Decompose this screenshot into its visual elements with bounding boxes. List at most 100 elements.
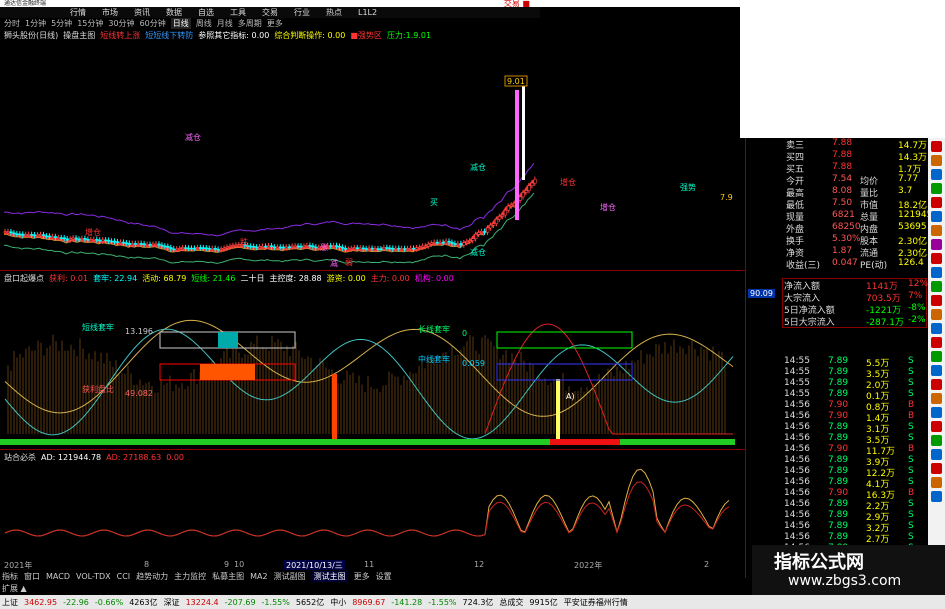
flow-value: -287.1万	[866, 318, 905, 328]
status-item: 平安证券福州行情	[563, 597, 628, 607]
period-tab-9[interactable]: 多周期	[238, 18, 262, 29]
period-tab-8[interactable]: 月线	[217, 18, 233, 29]
indicator-tab-6[interactable]: 主力监控	[174, 571, 206, 582]
indicator-tab-4[interactable]: CCI	[117, 572, 131, 581]
tool-icon[interactable]	[931, 323, 942, 334]
period-tab-1[interactable]: 1分钟	[25, 18, 46, 29]
menu-item-2[interactable]: 资讯	[134, 7, 150, 18]
period-tab-0[interactable]: 分时	[4, 18, 20, 29]
indicator-chart-2[interactable]: 短线套牢获利盘比 长线套牢中线套牢 13.196 49.082 0 0.059 A)	[0, 284, 745, 449]
expand-button[interactable]: 扩展 ▲	[2, 583, 27, 594]
tool-icon[interactable]	[931, 169, 942, 180]
candle-body	[255, 246, 259, 249]
candle-body	[54, 236, 58, 238]
period-tab-3[interactable]: 15分钟	[77, 18, 103, 29]
period-tab-5[interactable]: 60分钟	[140, 18, 166, 29]
tool-icon[interactable]	[931, 463, 942, 474]
menu-item-0[interactable]: 行情	[70, 7, 86, 18]
tool-icon[interactable]	[931, 239, 942, 250]
status-item: 13224.4	[185, 597, 219, 607]
candle-body	[202, 247, 206, 249]
tool-icon[interactable]	[931, 295, 942, 306]
tool-icon[interactable]	[931, 155, 942, 166]
menu-item-7[interactable]: 行业	[294, 7, 310, 18]
indicator-tab-12[interactable]: 设置	[376, 571, 392, 582]
period-tab-10[interactable]: 更多	[267, 18, 283, 29]
menu-item-6[interactable]: 交易	[262, 7, 278, 18]
tool-icon[interactable]	[931, 141, 942, 152]
menu-item-9[interactable]: L1L2	[358, 8, 377, 17]
ind3-item-2: AD: 27188.63	[106, 452, 162, 462]
tool-icon[interactable]	[931, 281, 942, 292]
quote-value: 8.08	[832, 186, 853, 196]
flow-pct: 7%	[908, 291, 923, 301]
candle-body	[36, 234, 40, 237]
candle-body	[68, 238, 72, 241]
tool-icon[interactable]	[931, 267, 942, 278]
menu-item-5[interactable]: 工具	[230, 7, 246, 18]
period-tab-7[interactable]: 周线	[196, 18, 212, 29]
menu-item-4[interactable]: 自选	[198, 7, 214, 18]
period-tab-6[interactable]: 日线	[170, 17, 191, 29]
tool-icon[interactable]	[931, 183, 942, 194]
indicator-tab-9[interactable]: 测试副图	[274, 571, 306, 582]
flow-pct: 12%	[908, 279, 929, 289]
indicator-tab-2[interactable]: MACD	[46, 572, 70, 581]
menu-item-3[interactable]: 数据	[166, 7, 182, 18]
tool-icon[interactable]	[931, 197, 942, 208]
candle-body	[441, 241, 445, 244]
tool-icon[interactable]	[931, 253, 942, 264]
indicator-tab-1[interactable]: 窗口	[24, 571, 40, 582]
tool-icon[interactable]	[931, 477, 942, 488]
candle-body	[190, 247, 194, 250]
candle-body	[83, 237, 87, 240]
trade-link[interactable]: 交易 ■	[504, 0, 530, 8]
tool-icon[interactable]	[931, 379, 942, 390]
tool-icon[interactable]	[931, 225, 942, 236]
period-tab-2[interactable]: 5分钟	[51, 18, 72, 29]
candle-body	[406, 248, 410, 250]
candle-body	[500, 214, 505, 217]
tool-icon[interactable]	[931, 365, 942, 376]
tool-icon[interactable]	[931, 491, 942, 502]
tool-icon[interactable]	[931, 337, 942, 348]
quote-value: 7.54	[832, 174, 853, 184]
tool-icon[interactable]	[931, 435, 942, 446]
tick-side: S	[908, 389, 914, 399]
tool-icon[interactable]	[931, 393, 942, 404]
indicator-tab-8[interactable]: MA2	[250, 572, 267, 581]
candle-body	[415, 247, 419, 250]
indicator-tab-0[interactable]: 指标	[2, 571, 18, 582]
tool-icon[interactable]	[931, 211, 942, 222]
candle-body	[338, 245, 342, 248]
tool-icon[interactable]	[931, 351, 942, 362]
candle-body	[210, 248, 214, 250]
candlestick-chart[interactable]: 减仓减仓增仓增仓买跌涨减仓增仓减强势弱9.017.9	[0, 40, 745, 270]
candle-body	[231, 245, 235, 247]
candle-body	[148, 244, 152, 246]
candle-body	[181, 247, 185, 249]
candle-body	[163, 245, 167, 248]
indicator-tab-3[interactable]: VOL-TDX	[76, 572, 111, 581]
candle-body	[196, 247, 200, 249]
menu-item-1[interactable]: 市场	[102, 7, 118, 18]
tool-icon[interactable]	[931, 421, 942, 432]
menu-item-8[interactable]: 热点	[326, 7, 342, 18]
period-tab-4[interactable]: 30分钟	[108, 18, 134, 29]
tick-time: 14:56	[784, 444, 810, 454]
indicator-tab-10[interactable]: 测试主图	[311, 570, 348, 582]
indicator-chart-label: 短线套牢	[82, 322, 114, 332]
tick-time: 14:56	[784, 521, 810, 531]
tick-side: S	[908, 477, 914, 487]
candle-body	[145, 244, 149, 246]
tool-icon[interactable]	[931, 309, 942, 320]
tool-icon[interactable]	[931, 407, 942, 418]
indicator-tab-5[interactable]: 趋势动力	[136, 571, 168, 582]
candle-body	[314, 246, 318, 249]
indicator-tab-11[interactable]: 更多	[354, 571, 370, 582]
indicator-chart-3[interactable]	[0, 463, 745, 560]
ind2-item-0: 盘口起爆点	[4, 273, 44, 283]
tool-icon[interactable]	[931, 449, 942, 460]
indicator-tab-7[interactable]: 私募主图	[212, 571, 244, 582]
tick-price: 7.89	[828, 510, 849, 520]
